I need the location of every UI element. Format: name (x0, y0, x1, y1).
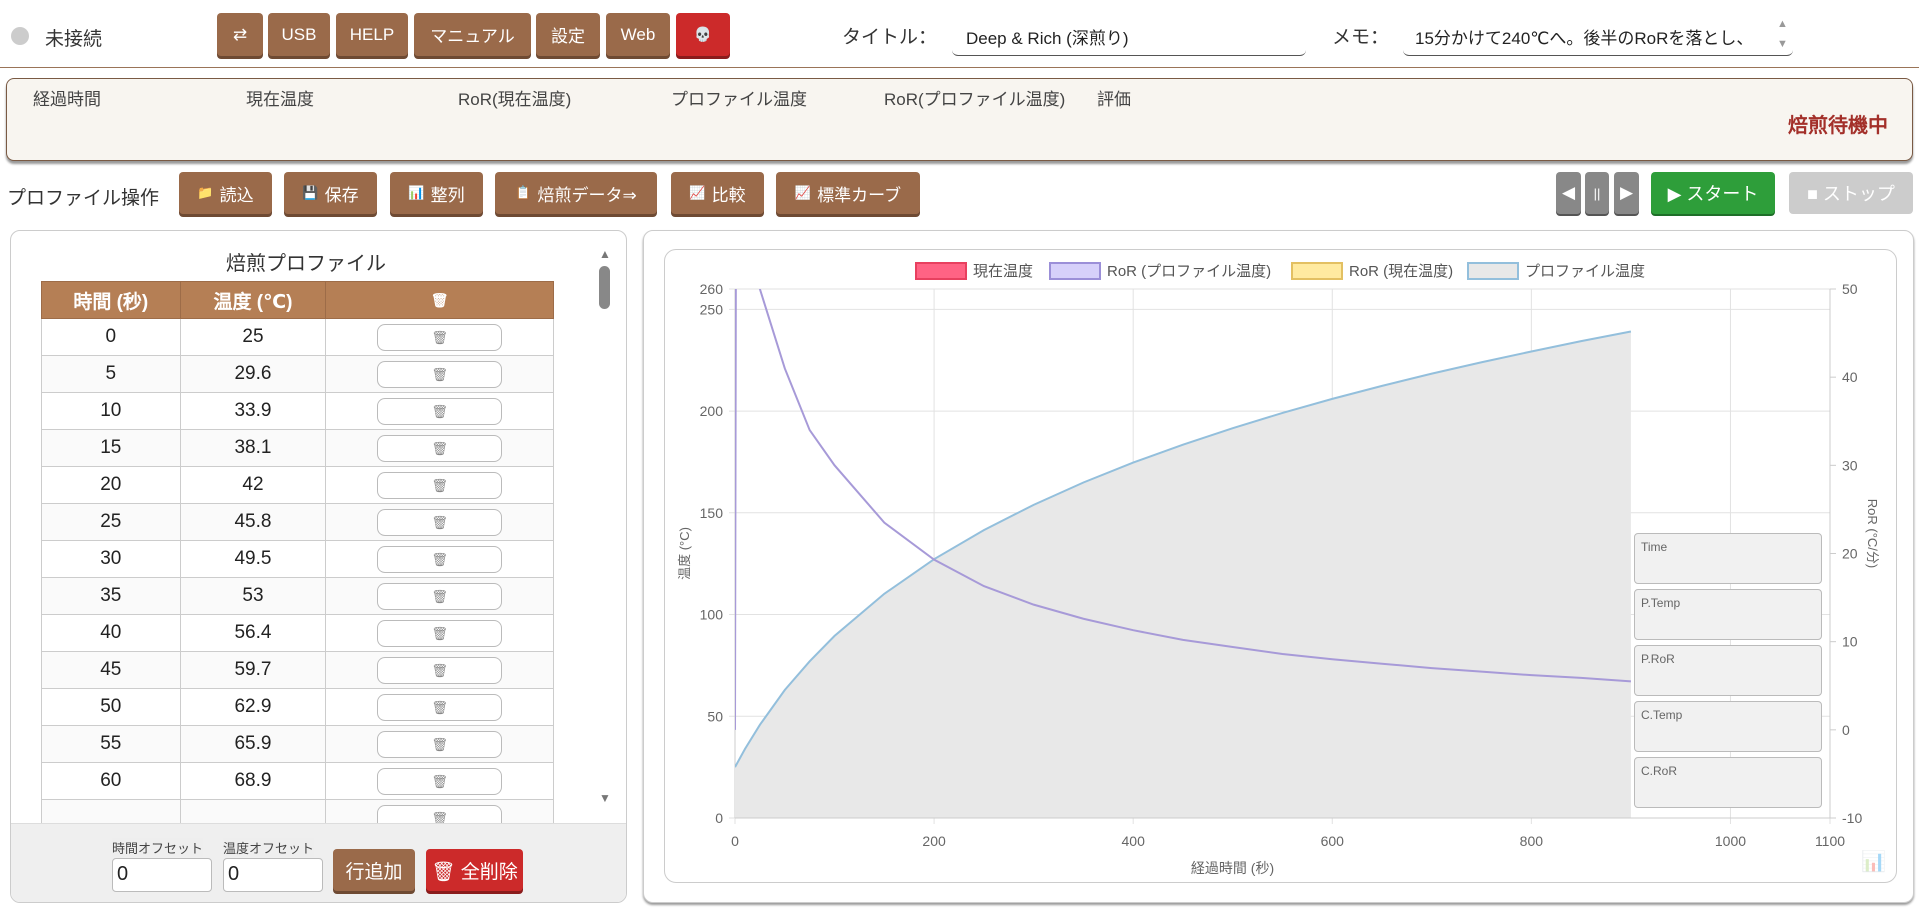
x-axis-title: 経過時間 (秒) (1191, 860, 1274, 876)
y-tick-label: 100 (700, 607, 724, 623)
y-tick-label: 0 (715, 810, 723, 826)
readout-box: P.RoR (1634, 645, 1822, 696)
y2-tick-label: 10 (1842, 634, 1858, 650)
y2-tick-label: 50 (1842, 281, 1858, 297)
y-tick-label: 200 (700, 403, 724, 419)
x-tick-label: 200 (922, 833, 946, 849)
y-tick-label: 250 (700, 301, 724, 317)
y-axis-title: 温度 (°C) (677, 527, 692, 580)
y2-tick-label: 30 (1842, 457, 1858, 473)
chart-icon[interactable]: 📊 (1861, 849, 1886, 874)
y2-tick-label: -10 (1842, 810, 1862, 826)
readout-box: P.Temp (1634, 589, 1822, 640)
roast-chart: 0 200 400 600 800 1000 1100050100150200250260-… (677, 281, 1880, 876)
y2-tick-label: 0 (1842, 722, 1850, 738)
x-tick-label: 800 (1520, 833, 1544, 849)
y-tick-label: 50 (707, 708, 723, 724)
y-tick-label: 260 (700, 281, 724, 297)
series-area (735, 331, 1631, 818)
x-tick-label: 600 (1321, 833, 1345, 849)
y2-tick-label: 20 (1842, 546, 1858, 562)
x-tick-label: 0 (731, 833, 739, 849)
y2-axis-title: RoR (°C/分) (1865, 499, 1880, 568)
x-tick-label: 1100 (1815, 833, 1845, 849)
x-tick-label: 1000 (1715, 833, 1746, 849)
y-tick-label: 150 (700, 505, 724, 521)
readout-box: Time (1634, 533, 1822, 584)
x-tick-label: 400 (1122, 833, 1146, 849)
y2-tick-label: 40 (1842, 369, 1858, 385)
readout-box: C.Temp (1634, 701, 1822, 752)
readout-box: C.RoR (1634, 757, 1822, 808)
